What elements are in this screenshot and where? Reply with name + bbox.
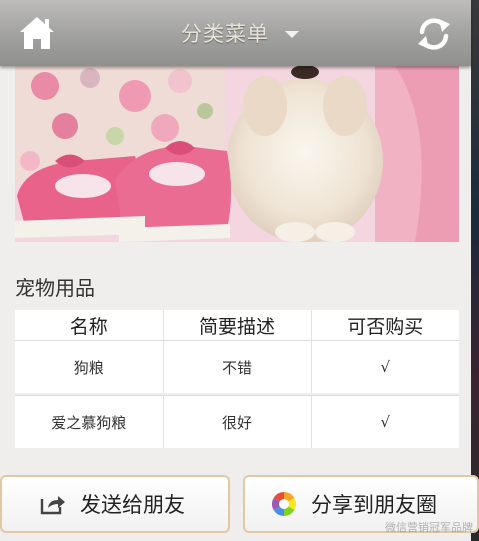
share-forward-icon — [40, 496, 65, 515]
share-to-moments-label: 分享到朋友圈 — [311, 493, 437, 517]
send-to-friend-button[interactable]: 发送给朋友 — [0, 475, 230, 533]
watermark-text: 微信营销冠军品牌 — [385, 521, 473, 534]
cell-purchasable: √ — [310, 340, 459, 393]
header-bar: 分类菜单 — [0, 0, 471, 66]
caret-down-icon — [285, 31, 299, 38]
table-row: 狗粮 不错 √ — [15, 340, 459, 393]
table-row: 爱之慕狗粮 很好 √ — [15, 395, 459, 448]
product-table: 名称 简要描述 可否购买 狗粮 不错 √ 爱之慕狗粮 很好 √ — [15, 310, 459, 448]
column-header-name: 名称 — [69, 315, 108, 338]
home-icon — [20, 17, 54, 49]
refresh-icon — [418, 18, 450, 50]
table-header-row: 名称 简要描述 可否购买 — [15, 310, 459, 341]
cell-description: 不错 — [162, 340, 311, 393]
header-title: 分类菜单 — [181, 22, 269, 46]
category-menu-dropdown[interactable]: 分类菜单 — [160, 0, 320, 66]
app-screen: 分类菜单 宠物用品 名称 简要描述 可否购买 狗粮 不错 √ 爱之慕狗粮 很好 … — [0, 0, 479, 541]
cell-name: 爱之慕狗粮 — [15, 395, 163, 448]
moments-icon — [271, 492, 297, 516]
refresh-button[interactable] — [414, 14, 454, 54]
cell-name: 狗粮 — [15, 340, 163, 393]
column-header-description: 简要描述 — [162, 310, 311, 341]
send-to-friend-label: 发送给朋友 — [80, 493, 185, 517]
home-button[interactable] — [18, 15, 56, 51]
banner-image — [15, 66, 459, 242]
cell-purchasable: √ — [310, 395, 459, 448]
column-header-purchasable: 可否购买 — [310, 310, 459, 341]
section-title: 宠物用品 — [15, 276, 95, 300]
cell-description: 很好 — [162, 395, 311, 448]
background-strip — [471, 0, 479, 541]
